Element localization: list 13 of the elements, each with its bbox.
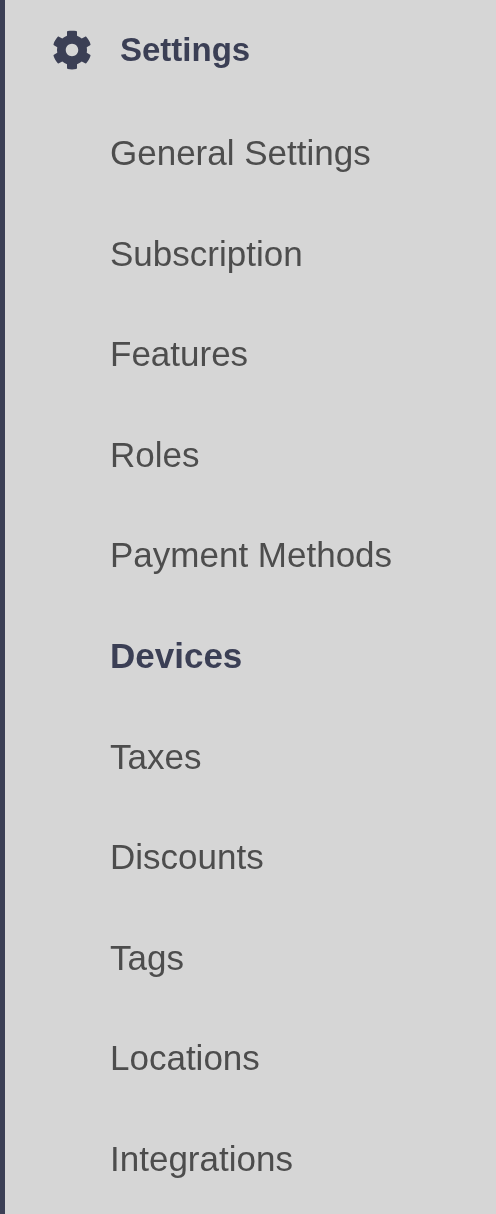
section-title[interactable]: Settings xyxy=(120,24,251,75)
sidebar-item[interactable]: Locations xyxy=(110,1032,260,1085)
sidebar-item[interactable]: Roles xyxy=(110,428,200,482)
sidebar-item[interactable]: Subscription xyxy=(110,227,303,281)
sidebar-item[interactable]: Payment Methods xyxy=(110,529,393,582)
settings-icon xyxy=(52,29,92,70)
sidebar-item[interactable]: Devices xyxy=(110,630,243,683)
sidebar-item[interactable]: Discounts xyxy=(110,831,264,884)
sidebar-item[interactable]: Tags xyxy=(110,931,184,985)
sidebar-item[interactable]: Features xyxy=(110,328,249,381)
sidebar-item[interactable]: Taxes xyxy=(110,730,202,784)
sidebar-item[interactable]: General Settings xyxy=(110,127,371,180)
sidebar-item[interactable]: Integrations xyxy=(110,1133,293,1186)
